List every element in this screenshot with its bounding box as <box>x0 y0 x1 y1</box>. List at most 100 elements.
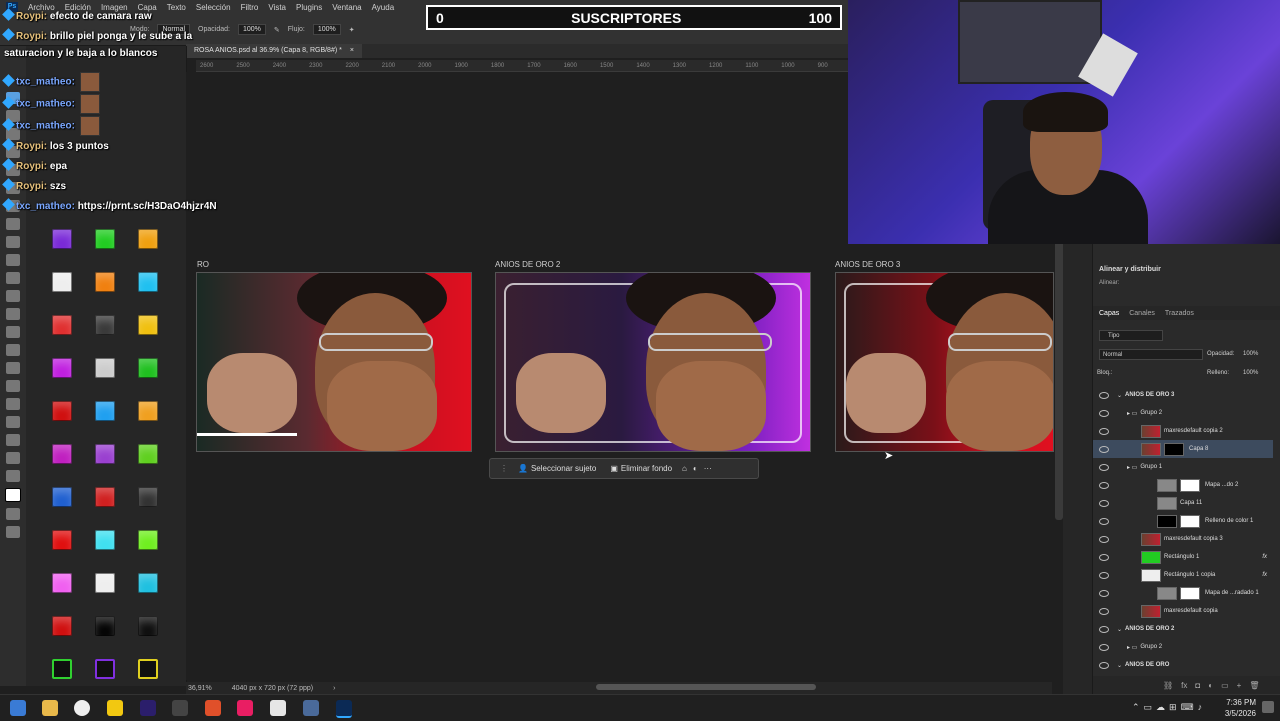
layer-row[interactable]: ▸ ▭ Grupo 2 <box>1093 638 1273 656</box>
gradient-tool-icon[interactable] <box>6 308 20 320</box>
more-tools-icon[interactable] <box>6 470 20 482</box>
history-brush-tool-icon[interactable] <box>6 272 20 284</box>
remove-background-button[interactable]: ▣ Eliminar fondo <box>606 462 676 475</box>
style-swatch[interactable] <box>95 272 115 292</box>
tab-capas[interactable]: Capas <box>1099 310 1119 317</box>
style-swatch[interactable] <box>95 358 115 378</box>
layer-row[interactable]: ⌄ ANIOS DE ORO 3 <box>1093 386 1273 404</box>
visibility-eye-icon[interactable] <box>1099 625 1109 633</box>
layer-row[interactable]: Capa 11 <box>1093 494 1273 512</box>
layer-row[interactable]: ⌄ ANIOS DE ORO 2 <box>1093 620 1273 638</box>
dodge-tool-icon[interactable] <box>6 344 20 356</box>
airbrush-icon[interactable]: ✦ <box>349 26 355 34</box>
style-swatch[interactable] <box>95 616 115 636</box>
artboard-label-2[interactable]: ANIOS DE ORO 2 <box>495 260 560 269</box>
layer-name[interactable]: maxresdefault copia 2 <box>1164 428 1223 434</box>
layer-name[interactable]: Relleno de color 1 <box>1205 518 1253 524</box>
select-subject-button[interactable]: 👤 Seleccionar sujeto <box>514 462 600 475</box>
horizontal-scrollbar[interactable] <box>596 684 816 690</box>
visibility-eye-icon[interactable] <box>1099 571 1109 579</box>
layer-name[interactable]: Rectángulo 1 copia <box>1164 572 1215 578</box>
layer-row[interactable]: Rectángulo 1 copia fx <box>1093 566 1273 584</box>
path-select-tool-icon[interactable] <box>6 398 20 410</box>
style-swatch[interactable] <box>138 573 158 593</box>
layer-row[interactable]: Relleno de color 1 <box>1093 512 1273 530</box>
layer-row[interactable]: Mapa ...do 2 <box>1093 476 1273 494</box>
layer-mask-thumbnail[interactable] <box>1180 514 1200 528</box>
type-tool-icon[interactable] <box>6 380 20 392</box>
layer-name[interactable]: maxresdefault copia <box>1164 608 1218 614</box>
new-layer-icon[interactable]: + <box>1237 681 1242 690</box>
brush-tool-icon[interactable] <box>6 236 20 248</box>
visibility-eye-icon[interactable] <box>1099 499 1109 507</box>
style-swatch[interactable] <box>52 401 72 421</box>
layer-mask-thumbnail[interactable] <box>1180 478 1200 492</box>
photos-icon[interactable] <box>303 700 319 716</box>
tab-trazados[interactable]: Trazados <box>1165 310 1194 317</box>
visibility-eye-icon[interactable] <box>1099 517 1109 525</box>
style-swatch[interactable] <box>52 358 72 378</box>
shape-tool-icon[interactable] <box>6 416 20 428</box>
style-swatch[interactable] <box>138 530 158 550</box>
start-icon[interactable] <box>10 700 26 716</box>
style-swatch[interactable] <box>95 573 115 593</box>
visibility-eye-icon[interactable] <box>1099 427 1109 435</box>
stamp-tool-icon[interactable] <box>6 254 20 266</box>
layer-name[interactable]: ANIOS DE ORO 2 <box>1125 626 1174 632</box>
style-swatch[interactable] <box>52 616 72 636</box>
blur-tool-icon[interactable] <box>6 326 20 338</box>
visibility-eye-icon[interactable] <box>1099 481 1109 489</box>
layer-mask-thumbnail[interactable] <box>1164 442 1184 456</box>
notification-icon[interactable] <box>1262 701 1274 713</box>
style-swatch[interactable] <box>95 530 115 550</box>
hand-tool-icon[interactable] <box>6 434 20 446</box>
transform-icon[interactable]: ⌂ <box>682 464 687 473</box>
more-options-button[interactable]: ··· <box>704 464 712 473</box>
screen-mode-icon[interactable] <box>6 526 20 538</box>
brave-icon[interactable] <box>205 700 221 716</box>
layer-row[interactable]: ⌄ ANIOS DE ORO <box>1093 656 1273 674</box>
visibility-eye-icon[interactable] <box>1099 391 1109 399</box>
group-folder-icon[interactable]: ▸ ▭ <box>1127 644 1137 651</box>
style-swatch[interactable] <box>95 229 115 249</box>
style-swatch[interactable] <box>138 272 158 292</box>
layer-name[interactable]: ANIOS DE ORO <box>1125 662 1169 668</box>
layer-name[interactable]: Capa 8 <box>1189 446 1208 452</box>
layer-filter-select[interactable]: Tipo <box>1099 330 1163 341</box>
adjust-icon[interactable]: ◐ <box>693 464 698 473</box>
group-folder-icon[interactable]: ▸ ▭ <box>1127 464 1137 471</box>
visibility-eye-icon[interactable] <box>1099 589 1109 597</box>
chrome-icon[interactable] <box>74 700 90 716</box>
style-swatch[interactable] <box>138 444 158 464</box>
system-tray-icons[interactable]: ⌃▭☁⊞⌨♪ <box>1132 702 1206 713</box>
style-swatch[interactable] <box>138 315 158 335</box>
trash-icon[interactable]: 🗑 <box>1249 681 1259 690</box>
drag-handle-icon[interactable]: ⋮ <box>500 464 508 473</box>
artboard-1[interactable] <box>196 272 472 452</box>
visibility-eye-icon[interactable] <box>1099 445 1109 453</box>
style-swatch[interactable] <box>95 659 115 679</box>
folder-icon[interactable]: ▭ <box>1221 681 1229 690</box>
layer-name[interactable]: maxresdefault copia 3 <box>1164 536 1223 542</box>
expand-chevron-icon[interactable]: ⌄ <box>1117 662 1122 669</box>
photoshop-taskbar-icon[interactable] <box>336 700 352 718</box>
file-explorer-icon[interactable] <box>42 700 58 716</box>
visibility-eye-icon[interactable] <box>1099 409 1109 417</box>
close-tab-icon[interactable]: × <box>350 47 354 54</box>
menu-item-ventana[interactable]: Ventana <box>332 3 361 12</box>
pen-tool-icon[interactable] <box>6 362 20 374</box>
menu-item-vista[interactable]: Vista <box>268 3 286 12</box>
style-swatch[interactable] <box>52 487 72 507</box>
layer-name[interactable]: ANIOS DE ORO 3 <box>1125 392 1174 398</box>
pressure-opacity-icon[interactable]: ✎ <box>274 26 280 34</box>
zoom-readout[interactable]: 36,91% <box>188 685 212 692</box>
premiere-icon[interactable] <box>140 700 156 716</box>
style-swatch[interactable] <box>52 272 72 292</box>
menu-item-ayuda[interactable]: Ayuda <box>372 3 395 12</box>
expand-chevron-icon[interactable]: ⌄ <box>1117 626 1122 633</box>
zoom-tool-icon[interactable] <box>6 452 20 464</box>
style-swatch[interactable] <box>52 315 72 335</box>
adjustment-icon[interactable]: ◐ <box>1208 681 1213 690</box>
layer-name[interactable]: Grupo 2 <box>1140 644 1162 650</box>
layer-row[interactable]: ▸ ▭ Grupo 1 <box>1093 458 1273 476</box>
